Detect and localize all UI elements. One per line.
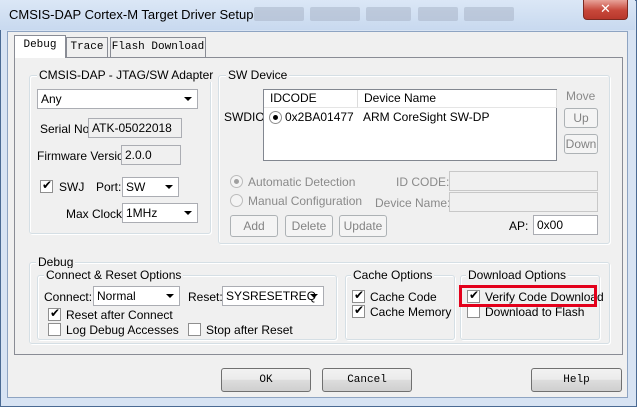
device-name-field[interactable] [449, 192, 598, 212]
move-label: Move [566, 89, 596, 103]
highlight-annotation-box [459, 285, 597, 307]
firmware-field: 2.0.0 [121, 145, 181, 165]
chevron-down-icon [180, 91, 196, 107]
background-window-ghost [366, 7, 411, 21]
add-button[interactable]: Add [230, 215, 278, 237]
delete-button[interactable]: Delete [285, 215, 333, 237]
tab-flash-download[interactable]: Flash Download [110, 37, 206, 57]
tab-debug-label: Debug [23, 39, 57, 51]
download-options-group-label: Download Options [466, 268, 569, 282]
table-row[interactable]: 0x2BA01477 ARM CoreSight SW-DP [264, 109, 556, 127]
max-clock-value: 1MHz [126, 206, 158, 220]
close-icon: ✕ [600, 1, 611, 16]
ap-field[interactable]: 0x00 [533, 215, 598, 235]
manual-configuration-radio[interactable] [230, 194, 243, 207]
check-icon: ✔ [42, 178, 53, 192]
port-select-value: SW [126, 180, 146, 194]
swdio-label: SWDIO [224, 110, 265, 124]
cache-code-label: Cache Code [370, 290, 437, 304]
cache-options-group-label: Cache Options [351, 268, 435, 282]
window-title: CMSIS-DAP Cortex-M Target Driver Setup [9, 7, 254, 22]
chevron-down-icon [306, 288, 322, 304]
adapter-select-value: Any [41, 92, 62, 106]
reset-label: Reset: [188, 290, 223, 304]
port-label: Port: [96, 180, 122, 194]
reset-after-connect-checkbox[interactable]: ✔ [48, 306, 61, 321]
connect-reset-group-label: Connect & Reset Options [44, 268, 184, 282]
manual-configuration-label: Manual Configuration [248, 194, 363, 208]
tab-debug[interactable]: Debug [14, 35, 66, 58]
help-button[interactable]: Help [531, 368, 622, 392]
max-clock-label: Max Clock: [66, 207, 126, 221]
cache-code-checkbox[interactable]: ✔ [352, 288, 365, 303]
debug-group-label: Debug [36, 255, 76, 269]
background-window-ghost [418, 7, 458, 21]
adapter-select[interactable]: Any [37, 89, 198, 109]
firmware-label: Firmware Version: [37, 149, 134, 163]
device-select-radio[interactable] [269, 111, 282, 124]
row-device-name: ARM CoreSight SW-DP [363, 110, 490, 124]
background-window-ghost [254, 7, 304, 21]
reset-select[interactable]: SYSRESETREQ [222, 286, 324, 306]
serial-field: ATK-05022018 [88, 118, 182, 138]
id-code-field[interactable] [449, 171, 598, 191]
port-select[interactable]: SW [122, 177, 179, 197]
close-button[interactable]: ✕ [583, 0, 628, 20]
connect-select[interactable]: Normal [93, 286, 180, 306]
tab-trace-label: Trace [70, 41, 104, 53]
automatic-detection-label: Automatic Detection [248, 175, 356, 189]
reset-select-value: SYSRESETREQ [226, 289, 317, 303]
connect-select-value: Normal [97, 289, 136, 303]
check-icon: ✔ [50, 306, 61, 320]
ap-label: AP: [509, 219, 529, 233]
chevron-down-icon [162, 288, 178, 304]
id-code-label: ID CODE: [396, 175, 450, 189]
check-icon: ✔ [354, 288, 365, 302]
update-button[interactable]: Update [339, 215, 387, 237]
stop-after-reset-checkbox[interactable] [188, 323, 201, 336]
log-debug-accesses-label: Log Debug Accesses [66, 323, 179, 337]
reset-after-connect-label: Reset after Connect [66, 308, 173, 322]
serial-label: Serial No: [40, 122, 93, 136]
max-clock-select[interactable]: 1MHz [122, 203, 198, 223]
row-idcode: 0x2BA01477 [285, 110, 354, 124]
log-debug-accesses-checkbox[interactable] [48, 323, 61, 336]
cancel-button[interactable]: Cancel [322, 368, 412, 392]
column-header-device-name[interactable]: Device Name [358, 90, 557, 108]
download-to-flash-label: Download to Flash [485, 305, 585, 319]
sw-device-group-label: SW Device [226, 68, 290, 82]
chevron-down-icon [180, 205, 196, 221]
chevron-down-icon [161, 179, 177, 195]
swj-label: SWJ [59, 180, 85, 194]
stop-after-reset-label: Stop after Reset [206, 323, 293, 337]
background-window-ghost [464, 7, 514, 21]
move-up-button[interactable]: Up [564, 108, 598, 128]
move-down-button[interactable]: Down [564, 134, 598, 154]
column-header-idcode[interactable]: IDCODE [264, 90, 358, 108]
adapter-group-label: CMSIS-DAP - JTAG/SW Adapter [37, 68, 216, 82]
swj-checkbox[interactable]: ✔ [40, 178, 53, 193]
ok-button[interactable]: OK [221, 368, 311, 392]
background-window-ghost [310, 7, 360, 21]
automatic-detection-radio[interactable] [230, 175, 243, 188]
check-icon: ✔ [354, 303, 365, 317]
cache-memory-label: Cache Memory [370, 305, 452, 319]
sw-device-list[interactable]: IDCODE Device Name 0x2BA01477 ARM CoreSi… [263, 89, 557, 161]
connect-label: Connect: [44, 290, 93, 304]
device-name-label: Device Name: [375, 196, 451, 210]
tab-trace[interactable]: Trace [66, 37, 108, 57]
tab-flash-download-label: Flash Download [111, 41, 205, 53]
cache-memory-checkbox[interactable]: ✔ [352, 303, 365, 318]
